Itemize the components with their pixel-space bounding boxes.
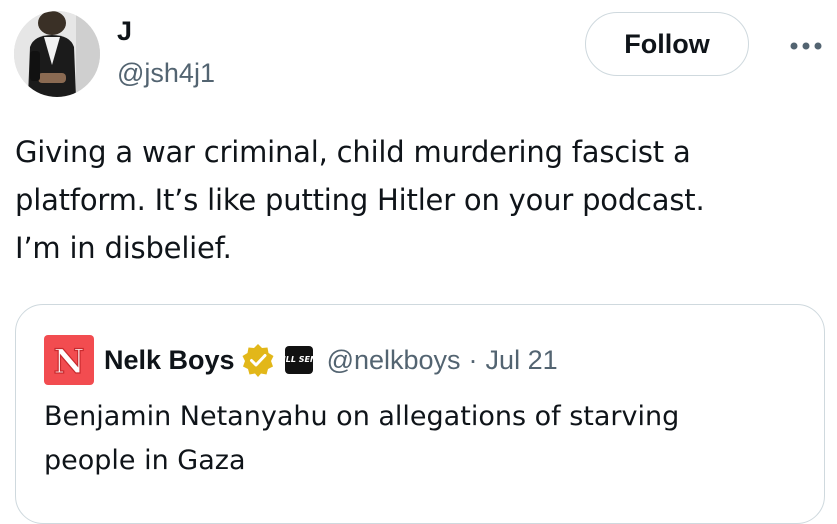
affiliate-badge-text: FULL SEND <box>273 355 324 364</box>
tweet-text: Giving a war criminal, child murdering f… <box>15 128 825 272</box>
quoted-tweet-card[interactable]: N Nelk Boys FULL SEND @nelkboys · Jul 21… <box>15 304 825 524</box>
quoted-text-line: people in Gaza <box>44 445 246 476</box>
follow-button[interactable]: Follow <box>585 12 749 76</box>
more-horizontal-icon <box>790 42 822 50</box>
nelk-logo-icon: N <box>53 341 85 380</box>
svg-text:N: N <box>53 342 84 380</box>
quoted-author-avatar[interactable]: N <box>44 335 94 385</box>
quoted-tweet-date[interactable]: Jul 21 <box>486 345 558 376</box>
quoted-author-name[interactable]: Nelk Boys <box>104 345 235 376</box>
profile-photo-icon <box>14 11 100 97</box>
quoted-tweet-header: N Nelk Boys FULL SEND @nelkboys · Jul 21 <box>44 335 558 385</box>
gold-verified-badge-icon <box>242 344 274 377</box>
more-options-button[interactable] <box>786 26 826 66</box>
tweet-text-line: I’m in disbelief. <box>15 231 232 265</box>
separator-dot: · <box>468 344 478 375</box>
tweet-text-line: Giving a war criminal, child murdering f… <box>15 135 691 169</box>
author-avatar[interactable] <box>14 11 100 97</box>
tweet-text-line: platform. It’s like putting Hitler on yo… <box>15 183 705 217</box>
quoted-text-line: Benjamin Netanyahu on allegations of sta… <box>44 401 680 432</box>
tweet: J @jsh4j1 Follow Giving a war criminal, … <box>0 0 837 524</box>
quoted-author-handle[interactable]: @nelkboys <box>327 345 461 376</box>
affiliate-badge-icon[interactable]: FULL SEND <box>274 346 323 374</box>
quoted-tweet-text: Benjamin Netanyahu on allegations of sta… <box>44 395 804 483</box>
author-display-name[interactable]: J <box>117 14 132 48</box>
author-handle[interactable]: @jsh4j1 <box>117 56 215 90</box>
